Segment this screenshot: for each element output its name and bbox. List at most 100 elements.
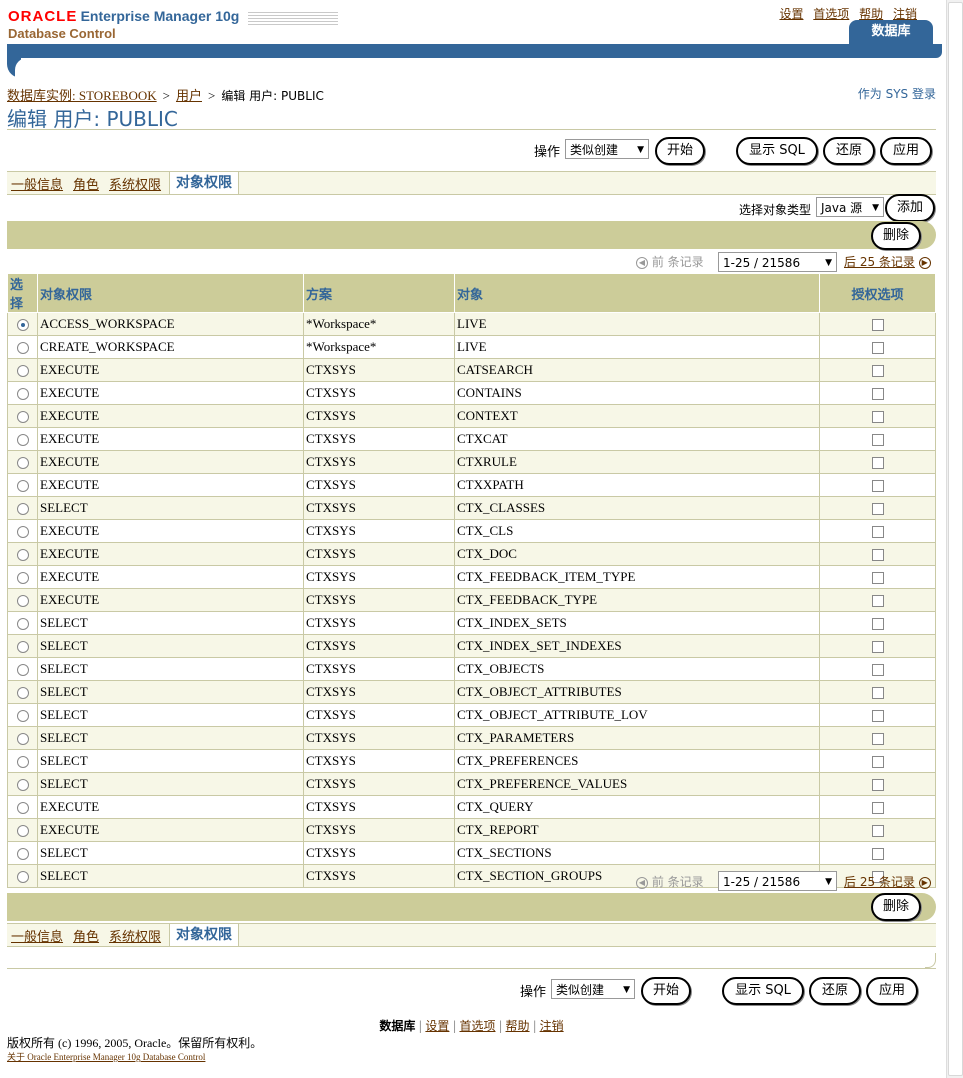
tab-object-privileges-bottom[interactable]: 对象权限 [169,923,239,946]
grant-option-checkbox[interactable] [871,641,884,654]
row-select-radio[interactable] [16,388,29,401]
row-select-radio[interactable] [16,549,29,562]
nav-previous[interactable]: ◀ 前 条记录 [636,253,704,270]
grant-option-checkbox[interactable] [871,687,884,700]
grant-option-checkbox[interactable] [871,779,884,792]
grant-option-checkbox[interactable] [871,595,884,608]
show-sql-button[interactable]: 显示 SQL [736,137,818,165]
grant-option-checkbox[interactable] [871,365,884,378]
grant-option-checkbox[interactable] [871,802,884,815]
about-link[interactable]: 关于 Oracle Enterprise Manager 10g Databas… [7,1050,205,1063]
row-select-radio[interactable] [16,802,29,815]
row-select-radio[interactable] [16,342,29,355]
global-link-preferences[interactable]: 首选项 [813,7,849,21]
nav-next-bottom[interactable]: 后 25 条记录 ▶ [844,873,931,890]
delete-button-bottom[interactable]: 删除 [871,893,921,921]
row-select-radio[interactable] [16,779,29,792]
grant-option-checkbox[interactable] [871,848,884,861]
tab-general-bottom[interactable]: 一般信息 [11,926,63,945]
row-select-radio[interactable] [16,664,29,677]
row-select-radio[interactable] [16,411,29,424]
footer-link-logout[interactable]: 注销 [540,1019,564,1033]
grant-option-checkbox[interactable] [871,733,884,746]
row-select-radio[interactable] [16,457,29,470]
tab-system-privileges-bottom[interactable]: 系统权限 [109,926,161,945]
breadcrumb-users[interactable]: 用户 [176,88,202,103]
row-select-radio[interactable] [16,434,29,447]
delete-button[interactable]: 删除 [871,222,921,250]
grant-option-checkbox[interactable] [871,756,884,769]
grant-option-checkbox[interactable] [871,319,884,332]
row-select-radio[interactable] [16,572,29,585]
nav-range-select-bottom[interactable]: 1-25 / 21586 ▼ [718,871,837,891]
tab-database[interactable]: 数据库 [849,20,933,46]
grant-option-checkbox[interactable] [871,342,884,355]
nav-next-label[interactable]: 后 25 条记录 [844,875,915,889]
nav-range-select[interactable]: 1-25 / 21586 ▼ [718,252,837,272]
tab-general[interactable]: 一般信息 [11,174,63,193]
add-button[interactable]: 添加 [885,194,935,222]
grant-option-checkbox[interactable] [871,457,884,470]
grant-option-checkbox[interactable] [871,480,884,493]
go-button-bottom[interactable]: 开始 [641,977,691,1005]
scrollbar-thumb[interactable] [948,2,963,1076]
grant-option-checkbox[interactable] [871,572,884,585]
row-select-radio[interactable] [16,871,29,884]
row-select-radio[interactable] [16,480,29,493]
grant-option-checkbox[interactable] [871,411,884,424]
tab-object-privileges[interactable]: 对象权限 [169,171,239,194]
breadcrumb-instance[interactable]: 数据库实例: STOREBOOK [7,88,157,103]
footer-link-settings[interactable]: 设置 [425,1019,449,1033]
row-select-radio[interactable] [16,595,29,608]
row-select-radio[interactable] [16,710,29,723]
grant-option-checkbox[interactable] [871,664,884,677]
revert-button-bottom[interactable]: 还原 [809,977,861,1005]
row-select-radio[interactable] [16,618,29,631]
row-select-radio[interactable] [16,733,29,746]
global-link-help[interactable]: 帮助 [859,7,883,21]
show-sql-button-bottom[interactable]: 显示 SQL [722,977,804,1005]
cell-schema: CTXSYS [303,726,455,750]
row-select-radio[interactable] [16,503,29,516]
grant-option-checkbox[interactable] [871,710,884,723]
tab-roles-bottom[interactable]: 角色 [73,926,99,945]
grant-option-checkbox[interactable] [871,825,884,838]
nav-next-label[interactable]: 后 25 条记录 [844,255,915,269]
row-select-radio[interactable] [16,319,29,332]
nav-previous-bottom[interactable]: ◀ 前 条记录 [636,873,704,890]
cell-object: CTX_OBJECT_ATTRIBUTES [454,680,820,704]
grant-option-checkbox[interactable] [871,618,884,631]
row-select-radio[interactable] [16,825,29,838]
actions-select-bottom[interactable]: 类似创建 ▼ [551,979,635,999]
nav-next[interactable]: 后 25 条记录 ▶ [844,253,931,270]
tab-system-privileges[interactable]: 系统权限 [109,174,161,193]
grant-option-checkbox[interactable] [871,388,884,401]
grant-option-checkbox[interactable] [871,434,884,447]
grant-option-cell [819,427,936,451]
tab-roles[interactable]: 角色 [73,174,99,193]
apply-button-bottom[interactable]: 应用 [866,977,918,1005]
row-select-radio[interactable] [16,365,29,378]
grant-option-checkbox[interactable] [871,549,884,562]
row-select-radio[interactable] [16,756,29,769]
grant-option-checkbox[interactable] [871,503,884,516]
apply-button[interactable]: 应用 [880,137,932,165]
login-as-label: 作为 SYS 登录 [857,87,936,101]
row-select-radio[interactable] [16,526,29,539]
row-select-radio[interactable] [16,848,29,861]
row-select-radio[interactable] [16,641,29,654]
object-type-select[interactable]: Java 源 ▼ [816,197,884,217]
footer-link-preferences[interactable]: 首选项 [459,1019,495,1033]
nav-previous-label: 前 条记录 [651,875,704,889]
global-link-settings[interactable]: 设置 [779,7,803,21]
go-button[interactable]: 开始 [655,137,705,165]
footer-link-help[interactable]: 帮助 [506,1019,530,1033]
grant-option-cell [819,381,936,405]
cell-schema: CTXSYS [303,427,455,451]
grant-option-checkbox[interactable] [871,526,884,539]
global-link-logout[interactable]: 注销 [893,7,917,21]
revert-button[interactable]: 还原 [823,137,875,165]
row-select-radio[interactable] [16,687,29,700]
actions-select[interactable]: 类似创建 ▼ [565,139,649,159]
header-schema: 方案 [303,273,455,313]
